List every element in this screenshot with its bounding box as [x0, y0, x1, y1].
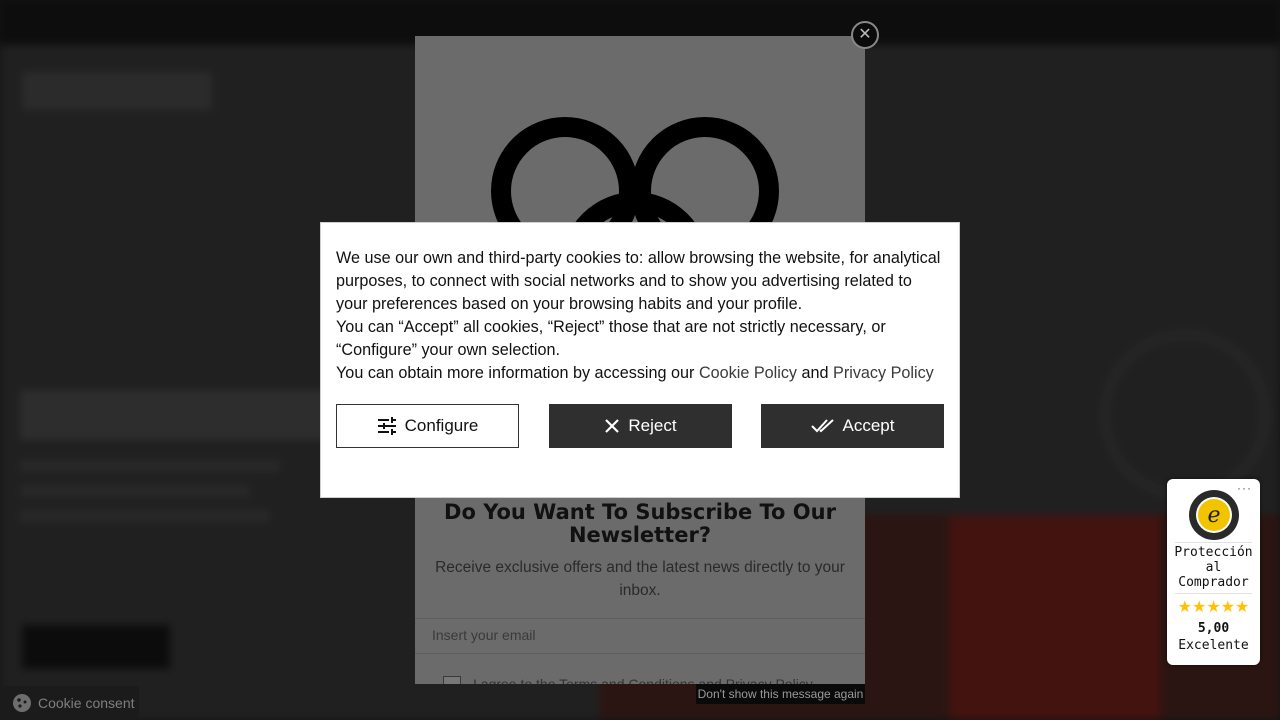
cookie-paragraph-2: You can “Accept” all cookies, “Reject” t… [336, 318, 886, 359]
badge-label: Protección al Comprador [1174, 545, 1253, 590]
x-icon [605, 419, 620, 433]
double-check-icon [810, 419, 834, 433]
rating-text: Excelente [1178, 638, 1249, 653]
cookie-paragraph-3: You can obtain more information by acces… [336, 362, 946, 385]
cookie-policy-link[interactable]: Cookie Policy [699, 364, 797, 382]
close-icon: ✕ [858, 26, 872, 43]
privacy-policy-link[interactable]: Privacy Policy [833, 364, 934, 382]
dont-show-again-button[interactable]: Don't show this message again [696, 684, 865, 704]
reject-button[interactable]: Reject [549, 404, 732, 448]
terms-checkbox[interactable] [443, 676, 461, 684]
accept-label: Accept [842, 416, 895, 435]
trusted-shops-badge[interactable]: ··· e Protección al Comprador ★★★★★ 5,00… [1167, 479, 1260, 665]
cookie-and-text: and [801, 364, 829, 382]
cookie-consent-tab[interactable]: Cookie consent [0, 686, 139, 720]
badge-divider [1175, 593, 1252, 594]
cookie-banner: We use our own and third-party cookies t… [320, 222, 960, 498]
configure-label: Configure [404, 416, 479, 435]
badge-divider [1175, 542, 1252, 543]
svg-text:e: e [1207, 503, 1220, 528]
cookie-icon [13, 694, 31, 712]
terms-label: I agree to the Terms and Conditions and … [473, 676, 813, 684]
reject-label: Reject [628, 416, 677, 435]
sliders-icon [377, 417, 396, 435]
cookie-paragraph-3-prefix: You can obtain more information by acces… [336, 364, 695, 382]
newsletter-title: Do You Want To Subscribe To Our Newslett… [444, 500, 836, 547]
newsletter-close-button[interactable]: ✕ [851, 21, 879, 49]
trusted-shops-seal-icon: e [1189, 490, 1239, 540]
configure-button[interactable]: Configure [336, 404, 519, 448]
cookie-paragraph-1: We use our own and third-party cookies t… [336, 249, 941, 313]
cookie-consent-label: Cookie consent [38, 695, 135, 711]
newsletter-description: Receive exclusive offers and the latest … [435, 559, 845, 599]
rating-score: 5,00 [1197, 621, 1230, 636]
cookie-banner-text: We use our own and third-party cookies t… [336, 247, 946, 385]
rating-stars: ★★★★★ [1177, 599, 1250, 616]
newsletter-email-input[interactable]: Insert your email [415, 618, 865, 654]
accept-button[interactable]: Accept [761, 404, 944, 448]
